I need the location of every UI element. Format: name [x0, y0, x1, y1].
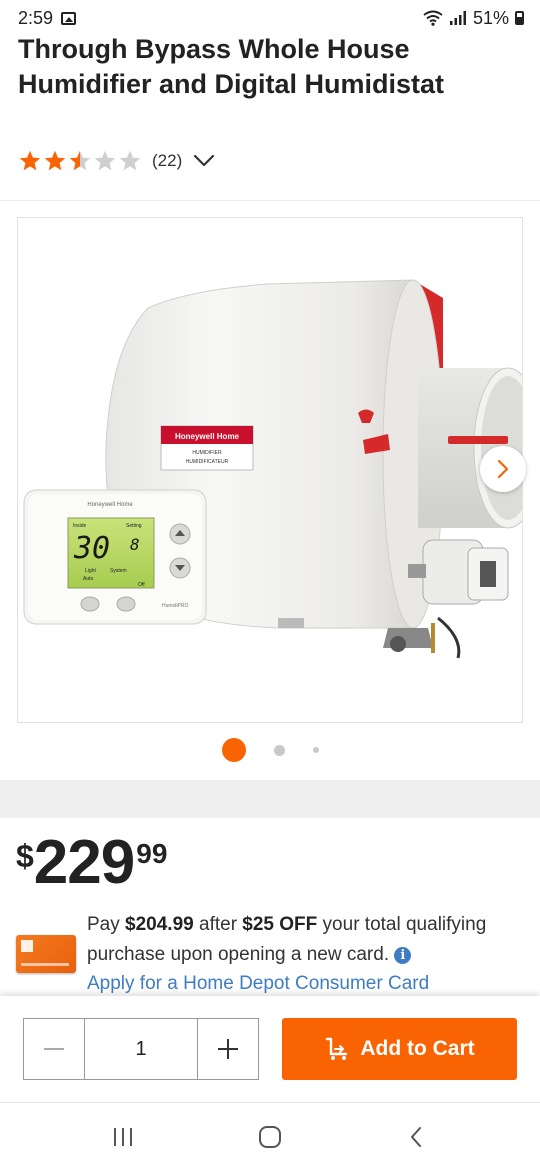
plus-icon: [218, 1039, 238, 1059]
home-icon: [258, 1125, 281, 1148]
price-currency: $: [16, 838, 34, 874]
thermostat-brand-label: Honeywell Home: [87, 502, 133, 508]
gallery-pagination: [0, 738, 540, 762]
minus-icon: [44, 1048, 64, 1050]
humidifier-label-en: HUMIDIFIER: [192, 450, 222, 456]
decrease-quantity-button[interactable]: [24, 1019, 84, 1079]
battery-icon: [515, 11, 524, 25]
lcd-auto: Auto: [83, 576, 94, 582]
battery-percent: 51%: [472, 7, 509, 28]
back-icon: [410, 1126, 421, 1147]
back-button[interactable]: [397, 1117, 437, 1157]
star-icon: [19, 150, 41, 171]
add-to-cart-label: Add to Cart: [360, 1037, 475, 1060]
gallery-notification-icon: [61, 11, 77, 25]
product-price: $ 229 99: [16, 828, 167, 898]
cart-icon: [326, 1037, 348, 1060]
recent-apps-icon: [114, 1127, 133, 1146]
lcd-off: Off: [138, 582, 145, 588]
lcd-light: Light: [85, 568, 96, 574]
increase-quantity-button[interactable]: [198, 1019, 258, 1079]
promo-text-1: Pay: [87, 914, 126, 935]
status-bar: 2:59 51%: [0, 0, 540, 36]
lcd-value: 30: [73, 531, 110, 566]
promo-amount: $204.99: [125, 914, 194, 935]
gallery-dot[interactable]: [273, 744, 285, 756]
next-image-button[interactable]: [480, 446, 526, 492]
add-to-cart-button[interactable]: Add to Cart: [282, 1018, 517, 1080]
quantity-stepper: 1: [23, 1018, 259, 1080]
product-illustration: Honeywell Home HUMIDIFIER HUMIDIFICATEUR: [23, 279, 522, 659]
section-divider: [0, 780, 540, 818]
promo-text-2: after: [193, 914, 243, 935]
system-nav-bar: [0, 1102, 540, 1170]
price-cents: 99: [136, 838, 168, 869]
product-gallery: Honeywell Home HUMIDIFIER HUMIDIFICATEUR: [0, 200, 540, 780]
star-icon: [94, 150, 116, 171]
wifi-icon: [423, 10, 443, 26]
quantity-input[interactable]: 1: [84, 1019, 198, 1079]
star-icon: [44, 150, 66, 171]
lcd-inside: Inside: [73, 523, 87, 529]
lcd-system: System: [110, 568, 127, 574]
home-depot-logo-icon: [21, 940, 33, 952]
lcd-setting-value: 8: [130, 535, 140, 554]
chevron-down-icon[interactable]: [192, 149, 216, 173]
signal-icon: [449, 11, 466, 25]
status-left: 2:59: [18, 7, 77, 29]
card-stripe: [21, 963, 69, 966]
gallery-dot[interactable]: [312, 747, 319, 753]
apply-card-link[interactable]: Apply for a Home Depot Consumer Card: [87, 970, 429, 998]
star-icon: [119, 150, 141, 171]
promo-discount: $25 OFF: [242, 914, 318, 935]
humidifier-label-fr: HUMIDIFICATEUR: [186, 459, 229, 465]
thermostat-model-label: HumidiPRO: [162, 603, 189, 609]
humidifier-brand-label: Honeywell Home: [175, 432, 240, 441]
status-right: 51%: [423, 8, 524, 29]
add-to-cart-bar: 1 Add to Cart: [0, 996, 540, 1102]
recent-apps-button[interactable]: [103, 1117, 143, 1157]
product-title: Through Bypass Whole House Humidifier an…: [18, 34, 445, 99]
rating-row[interactable]: (22): [18, 147, 216, 175]
lcd-setting: Setting: [126, 523, 142, 529]
info-icon[interactable]: i: [394, 947, 412, 964]
gallery-dot-active[interactable]: [221, 738, 246, 762]
chevron-right-icon: [497, 459, 509, 479]
home-depot-card-image: [16, 935, 76, 973]
product-image[interactable]: Honeywell Home HUMIDIFIER HUMIDIFICATEUR: [17, 217, 523, 723]
star-icon: [69, 150, 91, 171]
price-dollars: 229: [33, 828, 135, 897]
home-button[interactable]: [250, 1117, 290, 1157]
rating-stars: [18, 149, 142, 173]
review-count[interactable]: (22): [152, 151, 182, 171]
status-time: 2:59: [18, 7, 54, 28]
promo-text: Pay $204.99 after $25 OFF your total qua…: [87, 910, 517, 970]
